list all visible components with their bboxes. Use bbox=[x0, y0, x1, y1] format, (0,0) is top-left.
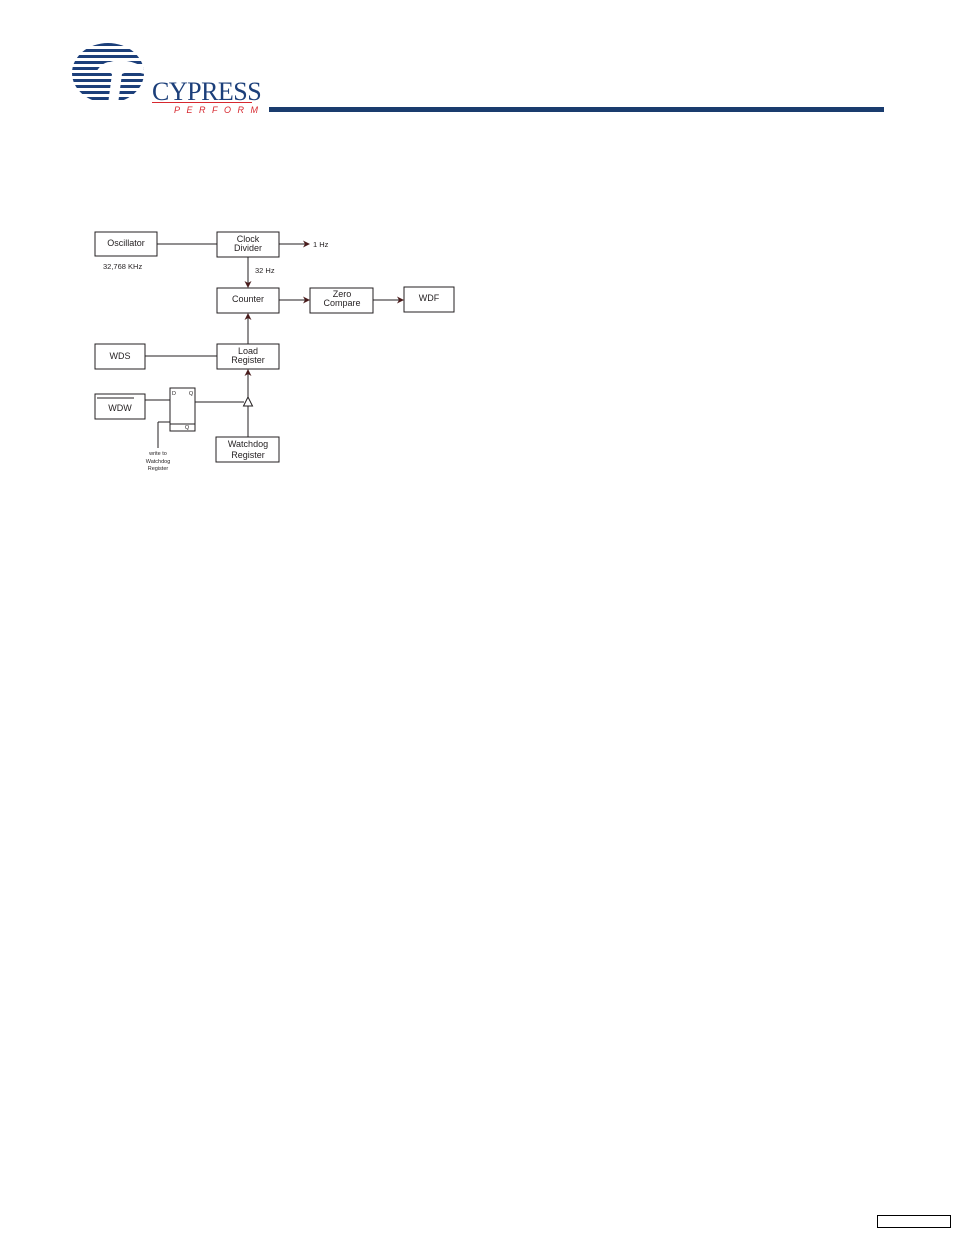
svg-text:Register: Register bbox=[231, 450, 265, 460]
svg-text:Counter: Counter bbox=[232, 294, 264, 304]
load-register-block: Load Register bbox=[216, 343, 280, 370]
svg-text:Q: Q bbox=[189, 391, 194, 397]
thirty-two-hz-label: 32 Hz bbox=[255, 266, 275, 275]
svg-text:Register: Register bbox=[231, 355, 265, 365]
svg-text:D: D bbox=[172, 391, 176, 397]
svg-text:write to: write to bbox=[148, 451, 167, 457]
svg-text:WDS: WDS bbox=[110, 351, 131, 361]
zero-compare-block: Zero Compare bbox=[309, 287, 374, 314]
watchdog-block-diagram: Oscillator 32,768 KHz Clock Divider 1 Hz… bbox=[94, 231, 455, 472]
oscillator-block: Oscillator bbox=[94, 231, 158, 257]
svg-text:WDF: WDF bbox=[419, 293, 440, 303]
svg-text:Compare: Compare bbox=[323, 298, 360, 308]
svg-text:Divider: Divider bbox=[234, 243, 262, 253]
page-number-box bbox=[877, 1215, 951, 1228]
svg-text:Watchdog: Watchdog bbox=[228, 439, 268, 449]
svg-text:Oscillator: Oscillator bbox=[107, 238, 145, 248]
flip-flop: D Q Q bbox=[169, 387, 196, 432]
counter-block: Counter bbox=[216, 287, 280, 314]
svg-text:Register: Register bbox=[148, 466, 169, 472]
write-to-watchdog-label: write to Watchdog Register bbox=[146, 451, 171, 472]
svg-text:WDW: WDW bbox=[108, 403, 132, 413]
watchdog-register-block: Watchdog Register bbox=[215, 436, 280, 463]
oscillator-frequency-label: 32,768 KHz bbox=[103, 262, 142, 271]
clock-divider-block: Clock Divider bbox=[216, 231, 280, 258]
buffer-triangle-icon bbox=[242, 395, 254, 407]
one-hz-label: 1 Hz bbox=[313, 240, 329, 249]
wdf-block: WDF bbox=[403, 286, 455, 313]
svg-text:Q: Q bbox=[185, 425, 190, 431]
wdw-block: WDW bbox=[94, 393, 146, 420]
svg-text:Watchdog: Watchdog bbox=[146, 459, 171, 465]
wds-block: WDS bbox=[94, 343, 146, 370]
